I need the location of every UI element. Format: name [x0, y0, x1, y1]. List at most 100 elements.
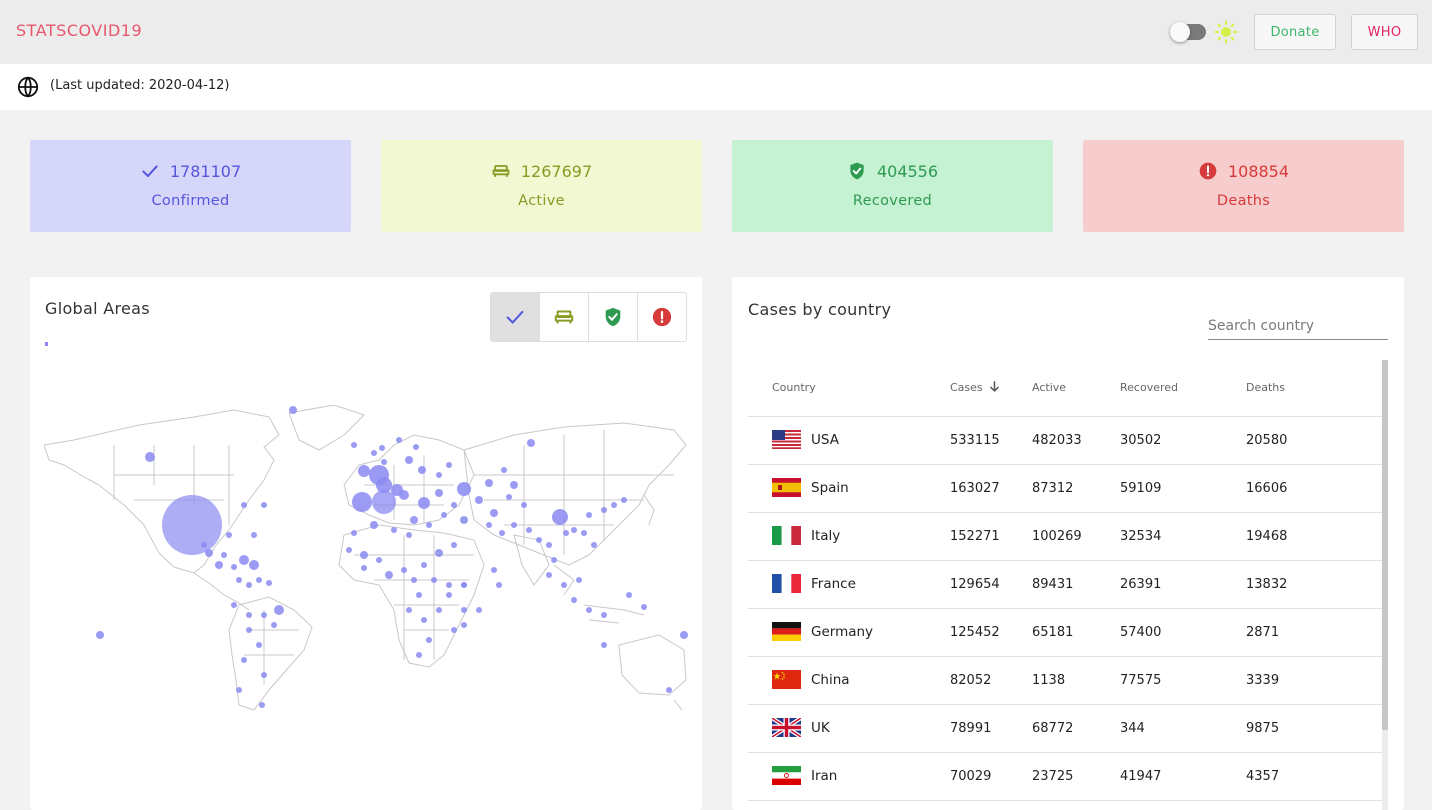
recovered-cell: 32534	[1120, 529, 1162, 544]
deaths-cell: 16606	[1246, 481, 1288, 496]
table-row[interactable]: Iran 70029 23725 41947 4357	[748, 753, 1382, 801]
deaths-cell: 19468	[1246, 529, 1288, 544]
cases-cell: 82052	[950, 673, 992, 688]
recovered-cell: 57400	[1120, 625, 1162, 640]
active-cell: 100269	[1032, 529, 1082, 544]
col-header-cases-label: Cases	[950, 381, 983, 394]
active-cell: 482033	[1032, 433, 1082, 448]
map-filter-group	[490, 292, 687, 342]
globe-icon[interactable]	[17, 76, 39, 98]
recovered-cell: 59109	[1120, 481, 1162, 496]
active-cell: 23725	[1032, 769, 1074, 784]
cases-cell: 129654	[950, 577, 1000, 592]
cases-cell: 78991	[950, 721, 992, 736]
filter-recovered-button[interactable]	[589, 293, 638, 341]
country-name: USA	[811, 432, 839, 448]
table-row[interactable]: China 82052 1138 77575 3339	[748, 657, 1382, 705]
recovered-value: 404556	[876, 161, 939, 181]
germany-flag-icon	[772, 622, 801, 641]
active-card: 1267697 Active	[381, 140, 702, 232]
table-row[interactable]: Spain 163027 87312 59109 16606	[748, 465, 1382, 513]
brand-logo-text[interactable]: STATSCOVID19	[16, 21, 142, 40]
map-legend-mark	[45, 342, 48, 346]
confirmed-card: 1781107 Confirmed	[30, 140, 351, 232]
alert-circle-icon	[1199, 162, 1217, 180]
table-row[interactable]: USA 533115 482033 30502 20580	[748, 417, 1382, 465]
theme-toggle[interactable]	[1170, 22, 1206, 42]
cases-by-country-title: Cases by country	[748, 300, 892, 319]
recovered-cell: 77575	[1120, 673, 1162, 688]
cases-cell: 125452	[950, 625, 1000, 640]
usa-flag-icon	[772, 430, 801, 449]
check-icon	[506, 310, 524, 324]
table-row[interactable]: UK 78991 68772 344 9875	[748, 705, 1382, 753]
china-flag-icon	[772, 670, 801, 689]
global-areas-title: Global Areas	[45, 299, 150, 318]
deaths-cell: 3339	[1246, 673, 1280, 688]
deaths-value: 108854	[1227, 161, 1290, 181]
table-row[interactable]: France 129654 89431 26391 13832	[748, 561, 1382, 609]
table-row[interactable]: Germany 125452 65181 57400 2871	[748, 609, 1382, 657]
donate-button[interactable]: Donate	[1254, 14, 1336, 50]
search-country-input[interactable]	[1208, 313, 1388, 340]
cases-cell: 533115	[950, 433, 1000, 448]
active-cell: 65181	[1032, 625, 1074, 640]
cases-cell: 163027	[950, 481, 1000, 496]
country-name: Spain	[811, 480, 849, 496]
spain-flag-icon	[772, 478, 801, 497]
table-scrollbar-thumb[interactable]	[1382, 360, 1388, 730]
shield-check-icon	[605, 307, 621, 327]
table-row[interactable]: Italy 152271 100269 32534 19468	[748, 513, 1382, 561]
country-name: UK	[811, 720, 830, 736]
check-icon	[142, 165, 158, 177]
deaths-cell: 9875	[1246, 721, 1280, 736]
deaths-cell: 2871	[1246, 625, 1280, 640]
deaths-cell: 4357	[1246, 769, 1280, 784]
col-header-deaths[interactable]: Deaths	[1246, 381, 1285, 394]
world-map[interactable]	[44, 405, 688, 715]
active-cell: 68772	[1032, 721, 1074, 736]
bed-icon	[554, 310, 574, 324]
country-name: France	[811, 576, 856, 592]
sun-icon	[1214, 20, 1238, 44]
confirmed-label: Confirmed	[151, 193, 230, 209]
country-name: Italy	[811, 528, 841, 544]
deaths-cell: 13832	[1246, 577, 1288, 592]
recovered-cell: 41947	[1120, 769, 1162, 784]
global-areas-panel: Global Areas	[30, 277, 702, 810]
table-header: Country Cases Active Recovered Deaths	[748, 360, 1382, 417]
alert-circle-icon	[652, 307, 672, 327]
col-header-country[interactable]: Country	[772, 381, 816, 394]
filter-confirmed-button[interactable]	[491, 293, 540, 341]
top-bar: STATSCOVID19 Donate WHO	[0, 0, 1432, 64]
filter-deaths-button[interactable]	[638, 293, 686, 341]
who-button[interactable]: WHO	[1351, 14, 1418, 50]
recovered-cell: 344	[1120, 721, 1145, 736]
col-header-cases[interactable]: Cases	[950, 381, 1000, 394]
deaths-cell: 20580	[1246, 433, 1288, 448]
case-bubbles	[96, 406, 688, 708]
country-name: Germany	[811, 624, 874, 640]
france-flag-icon	[772, 574, 801, 593]
uk-flag-icon	[772, 718, 801, 737]
cases-cell: 70029	[950, 769, 992, 784]
active-cell: 89431	[1032, 577, 1074, 592]
active-label: Active	[518, 193, 565, 209]
theme-toggle-knob[interactable]	[1170, 22, 1190, 42]
filter-active-button[interactable]	[540, 293, 589, 341]
confirmed-value: 1781107	[169, 161, 242, 181]
arrow-down-icon	[989, 381, 999, 392]
recovered-card: 404556 Recovered	[732, 140, 1053, 232]
iran-flag-icon	[772, 766, 801, 785]
recovered-cell: 26391	[1120, 577, 1162, 592]
shield-check-icon	[850, 162, 864, 180]
recovered-label: Recovered	[852, 193, 933, 209]
active-cell: 87312	[1032, 481, 1074, 496]
active-cell: 1138	[1032, 673, 1066, 688]
col-header-recovered[interactable]: Recovered	[1120, 381, 1178, 394]
country-name: China	[811, 672, 850, 688]
col-header-active[interactable]: Active	[1032, 381, 1066, 394]
cases-cell: 152271	[950, 529, 1000, 544]
deaths-card: 108854 Deaths	[1083, 140, 1404, 232]
table-scrollbar[interactable]	[1382, 360, 1388, 810]
